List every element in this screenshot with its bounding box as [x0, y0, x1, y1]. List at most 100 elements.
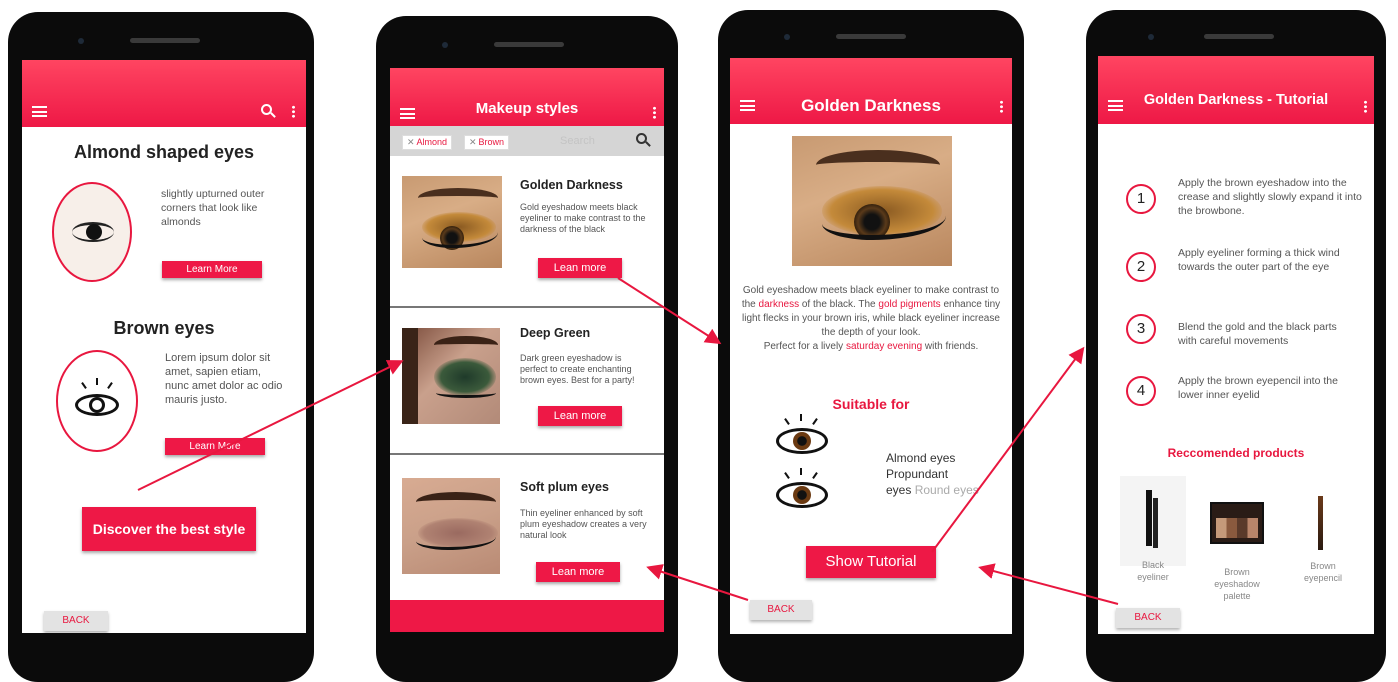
eyeliner-image — [1146, 490, 1152, 546]
style-title-soft-plum: Soft plum eyes — [520, 480, 609, 494]
more-options-icon[interactable] — [1364, 100, 1367, 113]
back-button[interactable]: BACK — [44, 611, 108, 631]
card-title-almond: Almond shaped eyes — [73, 142, 255, 162]
more-options-icon[interactable] — [292, 105, 295, 118]
suitable-item: Almond eyes — [886, 451, 956, 465]
eyeliner — [416, 528, 496, 550]
phone-1: Almond shaped eyes slightly upturned out… — [8, 12, 314, 682]
chip-label: Almond — [416, 137, 448, 147]
palette-shades — [1216, 518, 1258, 538]
highlight-text: darkness — [758, 299, 800, 310]
brown-eye-illustration — [56, 350, 138, 452]
eye-pupil-icon — [89, 397, 105, 413]
suitable-list: Almond eyes Propundant eyes Round eyes — [886, 450, 979, 498]
more-options-icon[interactable] — [1000, 100, 1003, 113]
lean-more-button-golden-darkness[interactable]: Lean more — [538, 258, 622, 278]
eyebrow — [816, 150, 940, 180]
camera-icon — [442, 42, 448, 48]
search-icon[interactable] — [636, 133, 647, 144]
product-black-eyeliner[interactable] — [1120, 476, 1186, 566]
eyeliner — [422, 222, 498, 248]
eye-iris-icon — [793, 432, 811, 450]
style-photo-golden-darkness — [402, 176, 502, 268]
style-photo-golden-darkness — [792, 136, 952, 266]
filter-chip-almond[interactable]: ✕ Almond — [402, 135, 453, 150]
bottom-bar — [390, 600, 664, 632]
step-text: Apply the brown eyeshadow into the creas… — [1178, 177, 1362, 217]
eye-lash — [784, 472, 790, 479]
product-brown-eyepencil[interactable] — [1318, 496, 1323, 550]
close-icon[interactable]: ✕ — [469, 137, 477, 147]
product-name: Black eyeliner — [1137, 560, 1169, 582]
step-text: Apply the brown eyepencil into the lower… — [1178, 375, 1338, 401]
divider — [390, 453, 664, 455]
discover-best-style-button[interactable]: Discover the best style — [82, 507, 256, 551]
product-name: Brown eyeshadow palette — [1214, 567, 1260, 601]
storyboard: Almond shaped eyes slightly upturned out… — [0, 0, 1398, 682]
eye-lash — [784, 418, 790, 425]
screen-tutorial: Golden Darkness - Tutorial 1 Apply the b… — [1098, 56, 1374, 634]
eye-lash — [800, 468, 802, 475]
learn-more-button-almond[interactable]: Learn More — [162, 261, 262, 278]
camera-icon — [78, 38, 84, 44]
phone-3: Golden Darkness Gold eyeshadow meets bla… — [718, 10, 1024, 682]
search-icon[interactable] — [261, 104, 272, 115]
eye-lash — [812, 472, 818, 479]
close-icon[interactable]: ✕ — [407, 137, 415, 147]
back-button[interactable]: BACK — [750, 600, 812, 620]
suitable-item: eyes — [886, 483, 912, 497]
description-text: Perfect for a lively — [763, 341, 846, 352]
style-photo-soft-plum — [402, 478, 500, 574]
filter-bar: ✕ Almond ✕ Brown Search — [390, 126, 664, 156]
eyeliner — [822, 200, 946, 240]
card-title-brown-eyes: Brown eyes — [113, 318, 215, 338]
show-tutorial-button[interactable]: Show Tutorial — [806, 546, 936, 578]
eye-iris-icon — [793, 486, 811, 504]
chip-label: Brown — [478, 137, 505, 147]
style-description-deep-green: Dark green eyeshadow is perfect to creat… — [520, 353, 635, 385]
filter-chip-brown[interactable]: ✕ Brown — [464, 135, 510, 150]
divider — [390, 306, 664, 308]
learn-more-button-brown-eyes[interactable]: Learn More — [165, 438, 265, 455]
step-number: 4 — [1126, 376, 1156, 406]
eyebrow — [434, 336, 498, 354]
speaker-grille — [130, 38, 200, 43]
highlight-text: gold pigments — [878, 299, 941, 310]
more-options-icon[interactable] — [653, 106, 656, 119]
step-text: Apply eyeliner forming a thick wind towa… — [1178, 247, 1340, 273]
menu-icon[interactable] — [32, 106, 47, 117]
description-text: with friends. — [922, 341, 979, 352]
eye-icon-round — [774, 468, 830, 514]
step-number: 3 — [1126, 314, 1156, 344]
highlight-text: saturday evening — [845, 341, 923, 352]
back-button[interactable]: BACK — [1116, 608, 1180, 628]
lean-more-button-soft-plum[interactable]: Lean more — [536, 562, 620, 582]
app-bar: Golden Darkness - Tutorial — [1098, 56, 1374, 124]
screen-makeup-styles: Makeup styles ✕ Almond ✕ Brown Search Gold… — [390, 68, 664, 632]
eye-lash — [812, 418, 818, 425]
product-name: Brown eyepencil — [1303, 561, 1343, 583]
eye-icon-almond — [774, 414, 830, 460]
camera-icon — [784, 34, 790, 40]
step-number: 1 — [1126, 184, 1156, 214]
style-title-deep-green: Deep Green — [520, 326, 591, 340]
page-title: Golden Darkness — [801, 96, 941, 115]
phone-4: Golden Darkness - Tutorial 1 Apply the b… — [1086, 10, 1386, 682]
speaker-grille — [836, 34, 906, 39]
eye-lash — [800, 414, 802, 421]
lean-more-button-deep-green[interactable]: Lean more — [538, 406, 622, 426]
style-title-golden-darkness: Golden Darkness — [520, 178, 623, 192]
product-brown-eyeshadow-palette[interactable] — [1210, 502, 1264, 544]
card-description-almond: slightly upturned outer corners that loo… — [161, 188, 265, 228]
eye-lash — [81, 382, 87, 389]
suitable-item: Propundant — [886, 467, 949, 481]
eyebrow — [418, 188, 498, 208]
description-text: of the black. The — [799, 299, 879, 310]
camera-icon — [1148, 34, 1154, 40]
search-input[interactable]: Search — [560, 135, 595, 147]
phone-2: Makeup styles ✕ Almond ✕ Brown Search Gold… — [376, 16, 678, 682]
recommended-products-heading: Reccomended products — [1167, 446, 1305, 460]
style-description-soft-plum: Thin eyeliner enhanced by soft plum eyes… — [520, 508, 647, 540]
screen-style-detail: Golden Darkness Gold eyeshadow meets bla… — [730, 58, 1012, 634]
speaker-grille — [1204, 34, 1274, 39]
